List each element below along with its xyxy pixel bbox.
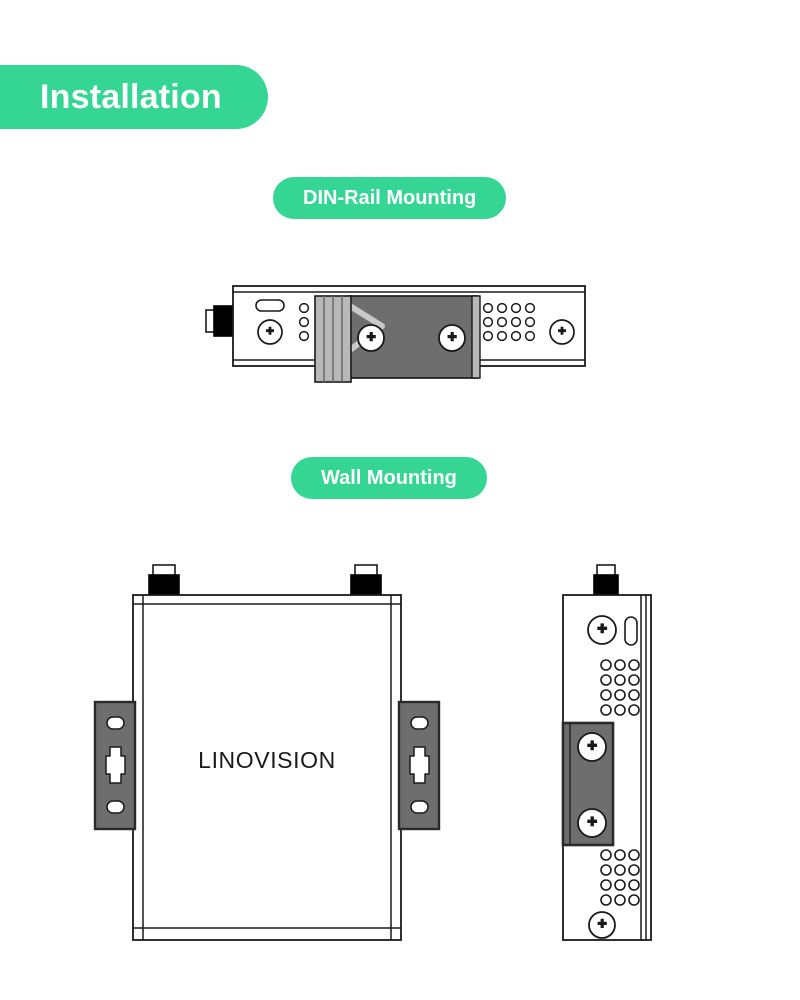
vent-holes-left [298, 302, 310, 342]
wall-bracket-left [93, 700, 137, 831]
screw-icon [438, 324, 466, 352]
din-rail-clip [314, 295, 481, 383]
din-rail-mounting-diagram [200, 270, 600, 395]
screw-icon [577, 808, 607, 838]
bracket-round-hole [410, 716, 429, 730]
screw-icon [357, 324, 385, 352]
page-title: Installation [40, 78, 222, 116]
wall-bracket-right [397, 700, 441, 831]
screw-icon [257, 319, 283, 345]
bracket-round-hole [106, 800, 125, 814]
section-label-wall-mounting: Wall Mounting [291, 457, 487, 499]
wall-bracket-side [561, 721, 615, 847]
section-label-din-rail: DIN-Rail Mounting [273, 177, 507, 219]
indicator-slot [624, 616, 638, 646]
wall-mounting-front-view-diagram: LINOVISION [85, 555, 465, 955]
brand-label: LINOVISION [198, 747, 336, 773]
bracket-round-hole [410, 800, 429, 814]
antenna-connector-icon [350, 564, 382, 596]
indicator-slot [255, 299, 285, 312]
page-title-pill: Installation [0, 65, 268, 129]
wall-mounting-side-view-diagram [535, 555, 685, 955]
screw-icon [587, 615, 617, 645]
screw-icon [577, 732, 607, 762]
antenna-connector-icon [148, 564, 180, 596]
antenna-connector-icon [593, 564, 619, 596]
section-label-din-rail-text: DIN-Rail Mounting [303, 187, 477, 209]
screw-icon [549, 319, 575, 345]
screw-icon [588, 911, 616, 939]
bracket-round-hole [106, 716, 125, 730]
power-connector-icon [205, 305, 235, 337]
section-label-wall-mounting-text: Wall Mounting [321, 467, 457, 489]
